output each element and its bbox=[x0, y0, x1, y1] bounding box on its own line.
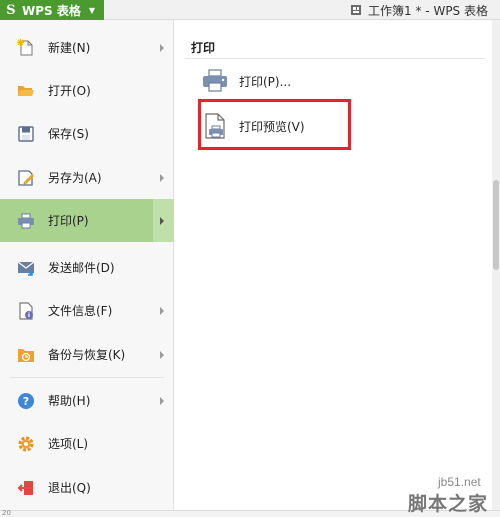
menu-item-label: 另存为(A) bbox=[48, 171, 102, 185]
printer-icon bbox=[203, 69, 227, 92]
workbook-icon bbox=[351, 5, 362, 15]
save-icon bbox=[18, 125, 34, 142]
save-as-icon bbox=[18, 169, 34, 186]
app-name: WPS 表格 bbox=[22, 3, 81, 18]
submenu-item-print[interactable]: 打印(P)... bbox=[201, 61, 291, 101]
gear-icon bbox=[18, 436, 34, 451]
document-title-text: 工作簿1 * - WPS 表格 bbox=[368, 3, 488, 18]
mail-icon bbox=[17, 261, 35, 276]
menu-item-label: 发送邮件(D) bbox=[48, 261, 115, 275]
menu-item-file-info[interactable]: 文件信息(F) bbox=[0, 289, 174, 332]
menu-item-label: 新建(N) bbox=[48, 41, 91, 55]
menu-item-label: 文件信息(F) bbox=[48, 304, 113, 318]
menu-item-label: 选项(L) bbox=[48, 437, 89, 451]
file-menu: 新建(N) 打开(O) 保存(S) 另存为(A) 打印(P) 发送邮件(D) 文… bbox=[0, 20, 174, 510]
svg-text:?: ? bbox=[23, 395, 29, 408]
caret-down-icon: ▼ bbox=[88, 5, 96, 15]
submenu-arrow-icon bbox=[160, 396, 164, 405]
menu-item-save[interactable]: 保存(S) bbox=[0, 112, 174, 155]
menu-item-options[interactable]: 选项(L) bbox=[0, 422, 174, 465]
title-bar: S WPS 表格 ▼ 工作簿1 * - WPS 表格 bbox=[0, 0, 500, 20]
app-menu-button[interactable]: S WPS 表格 ▼ bbox=[0, 0, 104, 20]
help-icon: ? bbox=[18, 392, 34, 409]
submenu-arrow-icon bbox=[160, 306, 164, 315]
exit-icon bbox=[17, 480, 33, 495]
menu-item-help[interactable]: ? 帮助(H) bbox=[0, 379, 174, 422]
menu-item-label: 打开(O) bbox=[48, 84, 91, 98]
menu-item-new[interactable]: 新建(N) bbox=[0, 26, 174, 69]
file-info-icon bbox=[19, 301, 33, 320]
submenu-divider bbox=[185, 58, 485, 59]
menu-item-exit[interactable]: 退出(Q) bbox=[0, 466, 174, 509]
scrollbar-thumb[interactable] bbox=[493, 180, 499, 270]
submenu-arrow-icon bbox=[160, 216, 164, 225]
menu-item-label: 退出(Q) bbox=[48, 481, 91, 495]
menu-item-backup[interactable]: 备份与恢复(K) bbox=[0, 333, 174, 376]
backup-icon bbox=[18, 348, 34, 362]
annotation-highlight-box bbox=[198, 99, 351, 150]
submenu-title: 打印 bbox=[191, 41, 216, 55]
watermark-brand: 脚本之家 bbox=[408, 493, 489, 515]
document-title: 工作簿1 * - WPS 表格 bbox=[350, 0, 488, 20]
watermark-url: jb51.net bbox=[438, 475, 481, 489]
new-file-icon bbox=[17, 38, 33, 55]
menu-item-send-mail[interactable]: 发送邮件(D) bbox=[0, 246, 174, 289]
row-number: 20 bbox=[2, 509, 11, 517]
menu-item-label: 保存(S) bbox=[48, 127, 89, 141]
menu-item-save-as[interactable]: 另存为(A) bbox=[0, 156, 174, 199]
submenu-arrow-icon bbox=[160, 43, 164, 52]
submenu-arrow-icon bbox=[160, 173, 164, 182]
print-submenu-panel: 打印 打印(P)... 打印预览(V) bbox=[175, 20, 492, 510]
submenu-item-label: 打印(P)... bbox=[239, 74, 292, 89]
wps-logo-icon: S bbox=[6, 2, 16, 18]
menu-divider bbox=[10, 377, 164, 378]
open-folder-icon bbox=[18, 85, 34, 96]
menu-item-open[interactable]: 打开(O) bbox=[0, 69, 174, 112]
submenu-arrow-icon bbox=[160, 350, 164, 359]
menu-item-print[interactable]: 打印(P) bbox=[0, 199, 174, 242]
menu-item-label: 备份与恢复(K) bbox=[48, 348, 126, 362]
printer-icon bbox=[18, 213, 34, 228]
vertical-scrollbar[interactable] bbox=[492, 20, 500, 510]
menu-item-label: 帮助(H) bbox=[48, 394, 91, 408]
menu-item-label: 打印(P) bbox=[48, 214, 89, 228]
